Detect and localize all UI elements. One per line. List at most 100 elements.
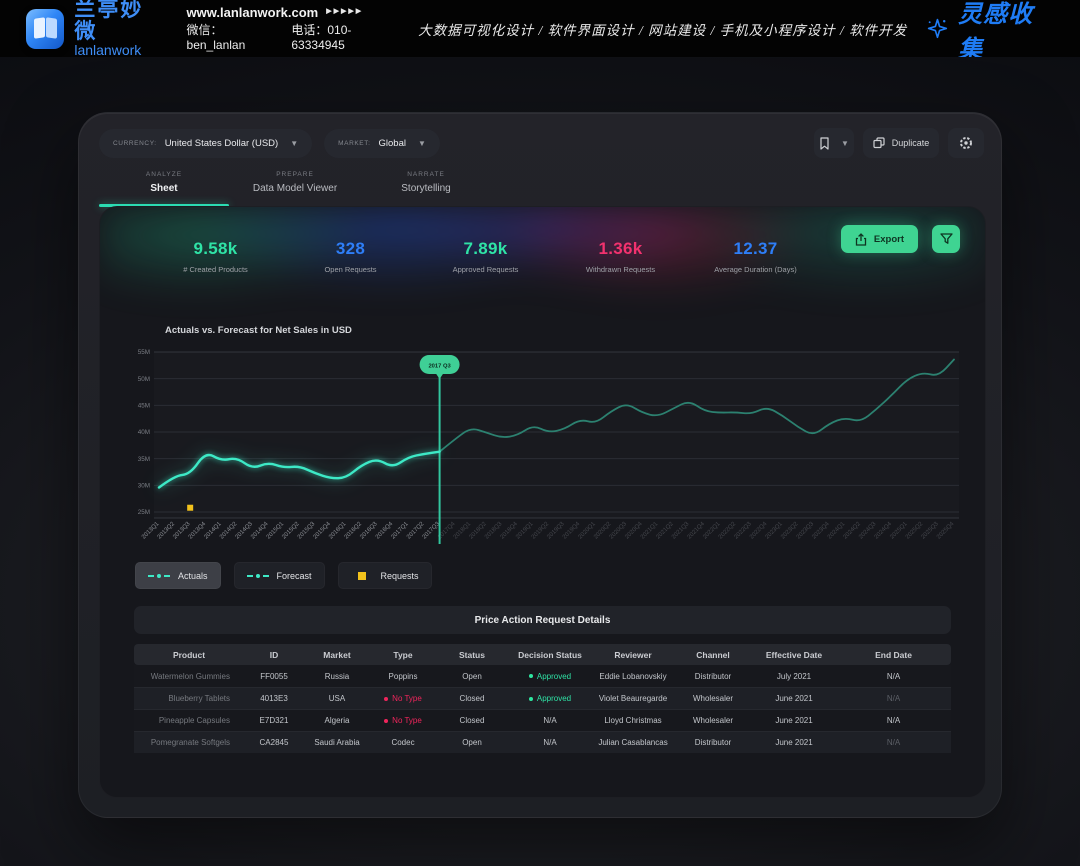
kpi-item: 328Open Requests — [283, 239, 418, 274]
settings-button[interactable] — [948, 128, 984, 158]
tab-storytelling[interactable]: NARRATE Storytelling — [363, 165, 489, 207]
tab-data-model-viewer[interactable]: PREPARE Data Model Viewer — [231, 165, 359, 207]
website-url: www.lanlanwork.com — [187, 5, 319, 21]
table-cell: Open — [436, 672, 508, 681]
legend-label: Forecast — [277, 571, 312, 581]
table-cell: July 2021 — [752, 672, 836, 681]
currency-select-label: CURRENCY: — [113, 140, 157, 147]
line-marker-icon — [247, 572, 269, 580]
table-cell: N/A — [836, 672, 951, 681]
table-cell: Eddie Lobanovskiy — [592, 672, 674, 681]
kpi-value: 1.36k — [598, 239, 642, 259]
legend-item-actuals[interactable]: Actuals — [135, 562, 221, 589]
table-cell: Algeria — [304, 716, 370, 725]
request-details-table: Price Action Request Details ProductIDMa… — [134, 606, 951, 753]
legend-label: Actuals — [178, 571, 208, 581]
column-header: Reviewer — [592, 650, 674, 660]
table-row[interactable]: Watermelon GummiesFF0055RussiaPoppinsOpe… — [134, 665, 951, 687]
kpi-value: 7.89k — [463, 239, 507, 259]
column-header: Channel — [674, 650, 752, 660]
table-cell: Approved — [508, 694, 592, 703]
table-cell: No Type — [370, 694, 436, 703]
table-cell: Wholesaler — [674, 716, 752, 725]
bookmark-menu-button[interactable]: ▼ — [814, 128, 854, 158]
table-title: Price Action Request Details — [134, 606, 951, 634]
kpi-value: 12.37 — [733, 239, 777, 259]
table-cell: Poppins — [370, 672, 436, 681]
tab-label: Sheet — [150, 183, 177, 194]
chevron-down-icon: ▼ — [418, 139, 426, 148]
table-row[interactable]: Blueberry Tablets4013E3USANo TypeClosedA… — [134, 687, 951, 709]
table-cell: N/A — [836, 738, 951, 747]
tab-group-label: PREPARE — [276, 171, 314, 178]
status-dot-icon — [529, 697, 533, 701]
collect-label: 灵感收集 — [958, 0, 1054, 64]
kpi-item: 7.89k Approved Requests — [418, 239, 553, 274]
column-header: Market — [304, 650, 370, 660]
filter-button[interactable] — [932, 225, 960, 253]
currency-select[interactable]: CURRENCY: United States Dollar (USD) ▼ — [99, 129, 312, 158]
column-header: Product — [134, 650, 244, 660]
bookmark-icon — [819, 137, 830, 150]
kpi-label: Open Requests — [324, 265, 376, 274]
chevron-down-icon: ▼ — [841, 139, 849, 148]
table-header-row: ProductIDMarketTypeStatusDecision Status… — [134, 644, 951, 665]
market-select[interactable]: MARKET: Global ▼ — [324, 129, 440, 158]
export-button-label: Export — [874, 234, 904, 245]
svg-text:40M: 40M — [138, 429, 150, 436]
legend-item-forecast[interactable]: Forecast — [234, 562, 325, 589]
chart-title: Actuals vs. Forecast for Net Sales in US… — [165, 325, 352, 336]
table-cell: Pineapple Capsules — [134, 716, 244, 725]
kpi-item: 9.58k# Created Products — [148, 239, 283, 274]
table-cell: N/A — [508, 716, 592, 725]
kpi-label: Average Duration (Days) — [714, 265, 796, 274]
column-header: Decision Status — [508, 650, 592, 660]
status-dot-icon — [529, 674, 533, 678]
tab-label: Storytelling — [401, 183, 450, 194]
table-cell: Blueberry Tablets — [134, 694, 244, 703]
table-row[interactable]: Pomegranate SoftgelsCA2845Saudi ArabiaCo… — [134, 731, 951, 753]
table-cell: Distributor — [674, 672, 752, 681]
table-cell: N/A — [836, 694, 951, 703]
table-cell: Wholesaler — [674, 694, 752, 703]
table-body: Watermelon GummiesFF0055RussiaPoppinsOpe… — [134, 665, 951, 753]
tab-group-label: NARRATE — [407, 171, 445, 178]
market-select-value: Global — [379, 138, 406, 149]
chevron-down-icon: ▼ — [290, 139, 298, 148]
kpi-label: Approved Requests — [453, 265, 519, 274]
table-cell: Closed — [436, 716, 508, 725]
market-select-label: MARKET: — [338, 140, 370, 147]
table-cell: Saudi Arabia — [304, 738, 370, 747]
duplicate-button[interactable]: Duplicate — [863, 128, 939, 158]
table-cell: Julian Casablancas — [592, 738, 674, 747]
kpi-value: 9.58k — [193, 239, 237, 259]
legend-item-requests[interactable]: Requests — [338, 562, 432, 589]
tab-group-label: ANALYZE — [146, 171, 182, 178]
export-button[interactable]: Export — [841, 225, 918, 253]
status-dot-icon — [384, 697, 388, 701]
svg-text:25M: 25M — [138, 509, 150, 516]
tab-sheet[interactable]: ANALYZE Sheet — [99, 165, 229, 207]
sales-chart[interactable]: 55M50M45M40M35M30M25M2013Q12013Q22013Q32… — [126, 338, 971, 552]
column-header: ID — [244, 650, 304, 660]
svg-text:2025Q4: 2025Q4 — [936, 521, 956, 541]
kpi-item: 1.36kWithdrawn Requests — [553, 239, 688, 274]
line-marker-icon — [148, 572, 170, 580]
svg-text:2017 Q3: 2017 Q3 — [428, 364, 451, 370]
table-row[interactable]: Pineapple CapsulesE7D321AlgeriaNo TypeCl… — [134, 709, 951, 731]
page-background: CURRENCY: United States Dollar (USD) ▼ M… — [0, 57, 1080, 866]
dashboard-card: CURRENCY: United States Dollar (USD) ▼ M… — [78, 112, 1002, 818]
export-icon — [855, 233, 867, 246]
kpi-item: 12.37 Average Duration (Days) — [688, 239, 823, 274]
sparkle-icon — [925, 16, 950, 42]
table-cell: June 2021 — [752, 738, 836, 747]
column-header: Effective Date — [752, 650, 836, 660]
column-header: Status — [436, 650, 508, 660]
table-cell: Approved — [508, 672, 592, 681]
table-cell: Russia — [304, 672, 370, 681]
table-cell: N/A — [836, 716, 951, 725]
svg-text:50M: 50M — [138, 376, 150, 383]
brand-name-cn: 兰亭妙微 — [74, 0, 162, 43]
phone-contact: 电话：010-63334945 — [291, 23, 400, 52]
gear-icon — [959, 136, 973, 150]
